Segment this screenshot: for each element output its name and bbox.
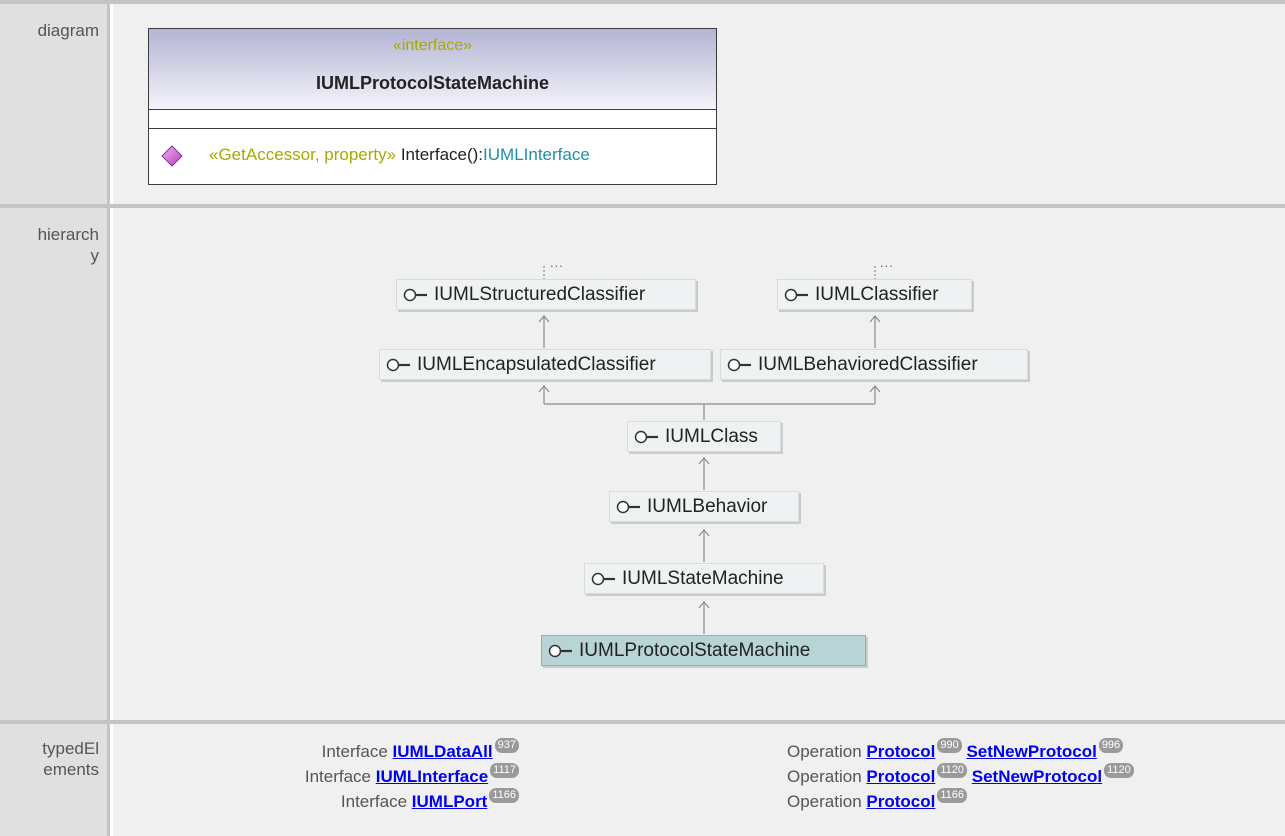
hierarchy-node-encapsulated-classifier[interactable]: IUMLEncapsulatedClassifier <box>379 349 711 380</box>
page-badge: 990 <box>937 738 962 753</box>
typed-element-link[interactable]: Protocol <box>866 767 935 786</box>
interface-lollipop-icon <box>616 500 640 513</box>
typed-element-link[interactable]: IUMLInterface <box>376 767 488 786</box>
hierarchy-node-class[interactable]: IUMLClass <box>627 421 781 452</box>
hierarchy-connectors <box>538 266 881 634</box>
hierarchy-node-structured-classifier[interactable]: IUMLStructuredClassifier <box>396 279 696 310</box>
ellipsis-classifier[interactable]: ... <box>880 255 894 270</box>
typed-element-link[interactable]: Protocol <box>866 792 935 811</box>
typed-element-link[interactable]: SetNewProtocol <box>966 742 1096 761</box>
page-badge: 1120 <box>1104 763 1134 778</box>
typed-element-link[interactable]: SetNewProtocol <box>972 767 1102 786</box>
node-label: IUMLClassifier <box>815 283 939 305</box>
typed-element-kind: Operation <box>787 767 862 786</box>
page-badge: 937 <box>494 738 519 753</box>
node-label: IUMLBehavior <box>647 495 768 517</box>
page-badge: 996 <box>1098 738 1124 753</box>
interface-lollipop-icon <box>591 572 615 585</box>
interface-lollipop-icon <box>386 358 410 371</box>
typed-element-kind: Operation <box>787 792 862 811</box>
page-badge: 1117 <box>490 763 519 778</box>
interface-lollipop-icon <box>548 644 572 657</box>
node-label: IUMLStateMachine <box>622 567 784 589</box>
typed-label-line2: ements <box>43 760 99 779</box>
typed-element-right-2: Operation Protocol 1120 SetNewProtocol 112… <box>787 763 1134 787</box>
interface-lollipop-icon <box>634 430 658 443</box>
node-label: IUMLClass <box>665 425 758 447</box>
interface-lollipop-icon <box>784 288 808 301</box>
typed-label-line1: typedEl <box>42 739 99 758</box>
typed-element-right-3: Operation Protocol 1166 <box>787 788 968 812</box>
typed-element-kind: Interface <box>340 792 408 811</box>
typed-element-link[interactable]: IUMLPort <box>412 792 488 811</box>
documentation-table: diagram «interface» IUMLProtocolStateMac… <box>0 0 1285 836</box>
typed-element-left-1: Interface IUMLDataAll 937 <box>321 738 519 762</box>
typed-element-left-2: Interface IUMLInterface 1117 <box>304 763 519 787</box>
node-label: IUMLEncapsulatedClassifier <box>417 353 656 375</box>
hierarchy-node-behavior[interactable]: IUMLBehavior <box>609 491 799 522</box>
typed-element-left-3: Interface IUMLPort 1166 <box>340 788 519 812</box>
page-badge: 1166 <box>937 788 968 803</box>
node-label: IUMLBehavioredClassifier <box>758 353 978 375</box>
hierarchy-node-protocol-state-machine[interactable]: IUMLProtocolStateMachine <box>541 635 866 666</box>
hierarchy-node-classifier[interactable]: IUMLClassifier <box>777 279 972 310</box>
interface-lollipop-icon <box>403 288 427 301</box>
page-badge: 1120 <box>937 763 968 778</box>
typed-element-kind: Interface <box>321 742 388 761</box>
typed-element-link[interactable]: IUMLDataAll <box>393 742 493 761</box>
hierarchy-node-state-machine[interactable]: IUMLStateMachine <box>584 563 824 594</box>
typed-element-kind: Interface <box>304 767 371 786</box>
interface-lollipop-icon <box>727 358 751 371</box>
ellipsis-structured[interactable]: ... <box>550 255 564 270</box>
node-label: IUMLStructuredClassifier <box>434 283 646 305</box>
hierarchy-node-behaviored-classifier[interactable]: IUMLBehavioredClassifier <box>720 349 1028 380</box>
typed-element-kind: Operation <box>787 742 862 761</box>
node-label: IUMLProtocolStateMachine <box>579 639 811 661</box>
page-badge: 1166 <box>489 788 519 803</box>
typed-elements-row-label: typedEl ements <box>0 724 110 836</box>
typed-element-right-1: Operation Protocol 990 SetNewProtocol 996 <box>787 738 1124 762</box>
typed-element-link[interactable]: Protocol <box>866 742 935 761</box>
